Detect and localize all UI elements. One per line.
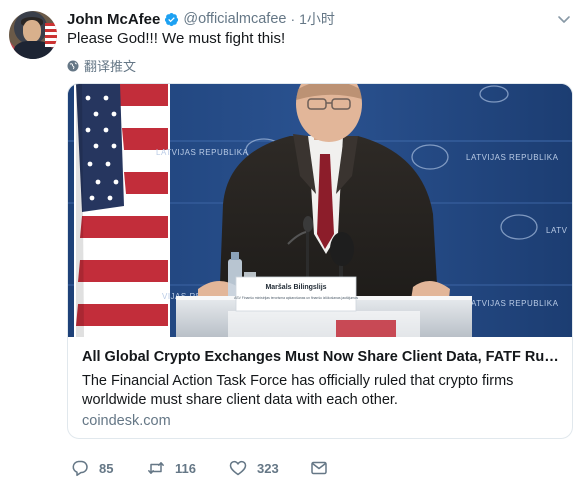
nameplate: Maršals Bilingslijs ASV Finanšu ministri… [234,276,358,312]
like-count: 323 [257,460,279,476]
direct-message-button[interactable] [310,459,338,477]
tweet-text: Please God!!! We must fight this! [67,30,286,47]
reply-count: 85 [99,460,114,476]
reply-icon [72,460,88,477]
header-separator: · [290,11,296,27]
card-title: All Global Crypto Exchanges Must Now Sha… [82,349,562,365]
card-domain: coindesk.com [82,413,171,429]
backdrop-text-left: LATVIJAS REPUBLIKA [156,148,249,157]
verified-badge-icon [164,12,179,27]
reply-button[interactable]: 85 [71,459,113,477]
chevron-down-icon[interactable] [555,10,573,28]
backdrop-text-right-lower: LATVIJAS REPUBLIKA [466,299,559,308]
translate-tweet-link[interactable]: 翻译推文 [67,56,136,75]
us-flag [76,84,168,337]
card-image: LATVIJAS REPUBLIKA LATVIJAS REPUBLIKA LA… [68,84,572,337]
envelope-icon [311,461,327,475]
retweet-button[interactable]: 116 [147,459,196,477]
card-description: The Financial Action Task Force has offi… [82,373,514,408]
tweet-actions: 85 116 323 [67,459,567,479]
globe-icon [67,60,79,71]
avatar[interactable] [9,11,57,59]
tweet: John McAfee @officialmcafee · 1小时 Please… [0,0,586,488]
heart-icon [229,460,247,476]
nameplate-subtitle: ASV Finanšu ministrijas terorisma apkaro… [234,296,358,300]
nameplate-name: Maršals Bilingslijs [265,284,326,291]
retweet-icon [148,462,164,474]
press-conference-photo: LATVIJAS REPUBLIKA LATVIJAS REPUBLIKA LA… [68,84,572,337]
avatar-face [23,20,41,42]
display-name[interactable]: John McAfee [67,11,160,28]
like-button[interactable]: 323 [229,459,279,477]
avatar-flag [45,23,57,47]
user-handle[interactable]: @officialmcafee [183,11,286,27]
backdrop-text-mid-right: LATV [546,226,568,235]
tweet-timestamp[interactable]: 1小时 [299,9,335,29]
backdrop-text-right: LATVIJAS REPUBLIKA [466,153,559,162]
link-card[interactable]: LATVIJAS REPUBLIKA LATVIJAS REPUBLIKA LA… [67,83,573,439]
tweet-header: John McAfee @officialmcafee · 1小时 [67,10,335,28]
retweet-count: 116 [175,460,196,476]
translate-label: 翻译推文 [84,59,137,74]
